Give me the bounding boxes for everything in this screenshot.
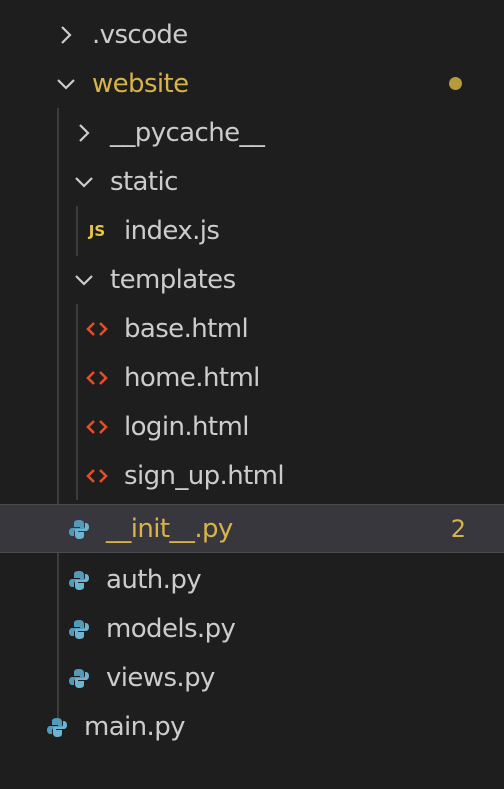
tree-file-models-py[interactable]: models.py	[0, 604, 504, 653]
chevron-right-icon	[70, 119, 98, 147]
html-file-icon	[80, 418, 114, 436]
file-label: sign_up.html	[124, 460, 285, 491]
tree-file-index-js[interactable]: JS index.js	[0, 206, 504, 255]
html-file-icon	[80, 467, 114, 485]
file-label: home.html	[124, 362, 260, 393]
python-file-icon	[40, 716, 74, 738]
folder-label: __pycache__	[110, 117, 265, 148]
chevron-right-icon	[52, 21, 80, 49]
file-label: models.py	[106, 613, 236, 644]
tree-file-login-html[interactable]: login.html	[0, 402, 504, 451]
modified-dot-icon	[449, 77, 462, 90]
tree-folder-pycache[interactable]: __pycache__	[0, 108, 504, 157]
tree-file-base-html[interactable]: base.html	[0, 304, 504, 353]
folder-label: static	[110, 166, 178, 197]
js-file-icon: JS	[80, 222, 114, 240]
chevron-down-icon	[70, 168, 98, 196]
tree-folder-templates[interactable]: templates	[0, 255, 504, 304]
tree-folder-website[interactable]: website	[0, 59, 504, 108]
tree-file-init-py[interactable]: __init__.py 2	[0, 504, 504, 553]
html-file-icon	[80, 320, 114, 338]
js-badge: JS	[88, 221, 106, 240]
tree-folder-static[interactable]: static	[0, 157, 504, 206]
file-label: login.html	[124, 411, 249, 442]
folder-label: website	[92, 68, 189, 99]
chevron-down-icon	[70, 266, 98, 294]
python-file-icon	[62, 618, 96, 640]
python-file-icon	[62, 667, 96, 689]
html-file-icon	[80, 369, 114, 387]
tree-file-sign-up-html[interactable]: sign_up.html	[0, 451, 504, 500]
file-label: views.py	[106, 662, 215, 693]
tree-file-home-html[interactable]: home.html	[0, 353, 504, 402]
problem-count-badge: 2	[450, 514, 466, 543]
file-label: index.js	[124, 215, 220, 246]
file-label: auth.py	[106, 564, 202, 595]
folder-label: .vscode	[92, 19, 188, 50]
tree-file-views-py[interactable]: views.py	[0, 653, 504, 702]
tree-file-main-py[interactable]: main.py	[0, 702, 504, 751]
tree-folder-vscode[interactable]: .vscode	[0, 10, 504, 59]
file-explorer: .vscode website __pycache__ static JS in…	[0, 0, 504, 789]
python-file-icon	[62, 518, 96, 540]
python-file-icon	[62, 569, 96, 591]
file-label: main.py	[84, 711, 186, 742]
file-label: base.html	[124, 313, 249, 344]
chevron-down-icon	[52, 70, 80, 98]
file-label: __init__.py	[106, 513, 233, 544]
folder-label: templates	[110, 264, 236, 295]
tree-file-auth-py[interactable]: auth.py	[0, 555, 504, 604]
